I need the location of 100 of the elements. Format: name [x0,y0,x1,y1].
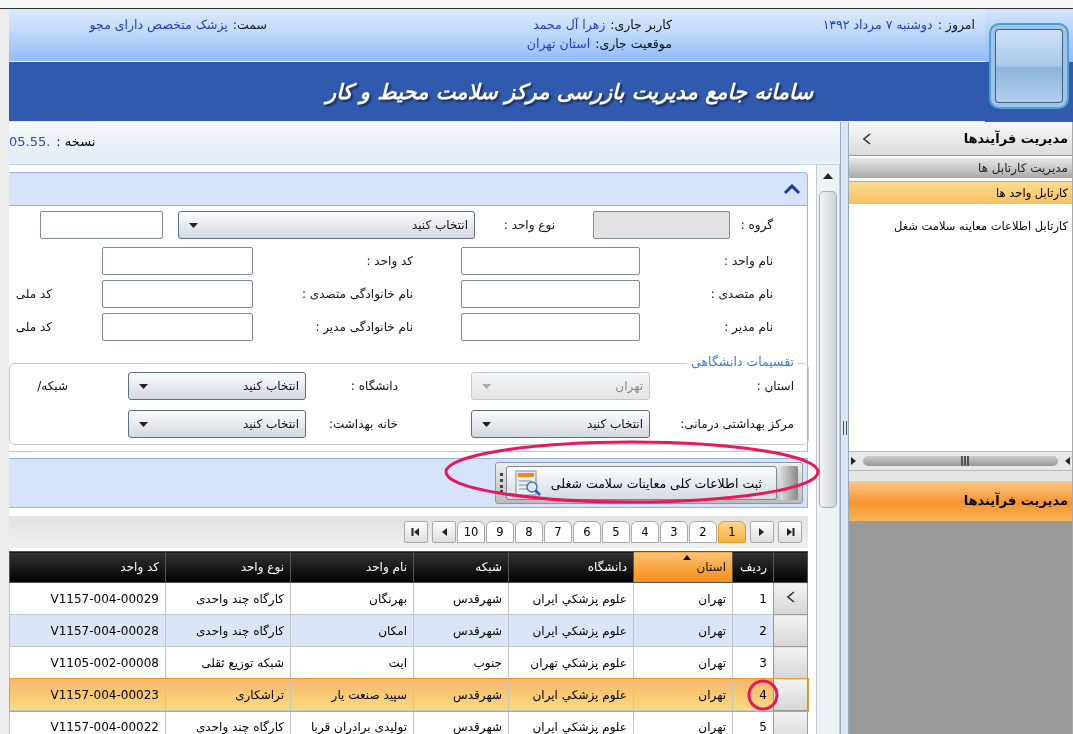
page-button[interactable]: 2 [689,521,717,543]
action-button[interactable]: ثبت اطلاعات کلی معاینات سلامت شغلی [505,466,777,500]
next-page-button[interactable] [750,521,774,543]
page-button[interactable]: 8 [515,521,543,543]
column-header[interactable]: کد واحد [9,551,166,583]
page-button[interactable]: 5 [602,521,630,543]
table-cell: کارگاه چند واحدی [165,582,291,615]
table-cell: تهران [633,582,733,615]
table-cell: 4 [732,678,774,711]
table-cell: علوم پزشکي ايران [508,678,634,711]
field-label: نوع واحد : [502,218,555,232]
caret-icon [139,383,148,389]
row-indicator[interactable] [773,582,808,615]
menu-group[interactable]: مدیریت کارتابل ها [849,158,1072,178]
table-cell: تهران [633,678,733,711]
field-label: کد ملی [14,287,52,301]
field-label: نام خانوادگی مدیر : [314,320,413,334]
info-value: پزشک متخصص دارای مجو [89,17,228,32]
row-indicator[interactable] [773,678,808,711]
scrollbar-thumb[interactable] [819,191,837,508]
caret-icon [139,421,148,427]
text-field[interactable] [102,247,253,275]
info-label: سمت: [232,17,267,32]
column-header[interactable]: استان [633,551,733,583]
previous-page-button[interactable] [432,521,456,543]
info-label: کاربر جاری: [610,17,672,32]
splitter-grip-icon [842,421,847,435]
table-cell: شهرقدس [413,678,509,711]
table-cell: تراشکاری [165,678,291,711]
field-label: خانه بهداشت: [327,417,398,431]
table-cell: شهرقدس [413,582,509,615]
caret-icon [482,421,491,427]
vertical-scrollbar[interactable] [816,165,840,734]
version-label: نسخه : [56,133,96,149]
current-row-icon [786,591,795,603]
dropdown[interactable]: انتخاب کنید [128,372,306,400]
table-cell: سپید صنعت یار [290,678,414,711]
info-label: امروز : [937,17,975,32]
info-label: موقعیت جاری: [595,36,672,51]
text-field[interactable] [102,280,253,308]
scroll-up-icon [823,173,833,179]
page-button[interactable]: 3 [660,521,688,543]
info-value: زهرا آل محمد [533,17,606,32]
text-field[interactable] [40,211,163,239]
text-field[interactable] [461,313,640,341]
table-cell: V1157-004-00029 [9,582,166,615]
text-field[interactable] [461,247,640,275]
sort-ascending-icon [683,555,691,560]
document-search-icon [512,469,543,497]
column-header[interactable]: ردیف [732,551,774,583]
field-label: کد واحد : [365,254,413,268]
first-page-icon [411,527,421,537]
table-cell: 2 [732,614,774,647]
dropdown[interactable]: انتخاب کنید [471,410,650,438]
menu-item[interactable]: کارتابل واحد ها [849,181,1072,204]
first-page-button[interactable] [404,521,428,543]
page-button[interactable]: 10 [457,521,485,543]
version-value: .05.55 [9,133,51,149]
table-cell: 1 [732,582,774,615]
horizontal-scrollbar[interactable] [849,450,1072,471]
page-button[interactable]: 9 [486,521,514,543]
info-value: استان تهران [526,36,591,51]
caret-icon [482,383,491,389]
column-header[interactable]: شبکه [413,551,509,583]
scroll-grip-icon [960,455,969,466]
panel-header[interactable]: مدیریت فرآیندها [849,122,1072,156]
field-label: نام متصدی : [709,287,773,301]
info-value: دوشنبه ۷ مرداد ۱۳۹۲ [822,17,933,32]
field-label: گروه : [739,218,773,232]
field-label: کد ملی [14,320,52,334]
last-page-icon [785,527,795,537]
column-header[interactable]: نوع واحد [165,551,291,583]
field-label: استان : [755,379,794,393]
column-header[interactable]: دانشگاه [508,551,634,583]
last-page-button[interactable] [778,521,802,543]
field-label: مرکز بهداشتی درمانی: [679,417,794,431]
table-cell: امکان [290,614,414,647]
toolbar-grip-icon [499,473,503,493]
fieldset-legend: تقسیمات دانشگاهی [687,354,798,369]
table-cell: شهرقدس [413,614,509,647]
dropdown[interactable]: انتخاب کنید [128,410,306,438]
page-button[interactable]: 7 [544,521,572,543]
text-field[interactable] [461,280,640,308]
column-header[interactable]: نام واحد [290,551,414,583]
page-button[interactable]: 4 [631,521,659,543]
dropdown[interactable]: انتخاب کنید [178,211,475,239]
page-button[interactable]: 1 [718,521,746,543]
field-label: نام خانوادگی متصدی : [300,287,413,301]
panel-header[interactable]: مدیریت فرآیندها [849,480,1072,521]
table-cell: علوم پزشکي ايران [508,614,634,647]
table-cell: علوم پزشکي ايران [508,582,634,615]
field-label: دانشگاه : [349,379,398,393]
text-field[interactable] [102,313,253,341]
table-cell: تهران [633,614,733,647]
table-cell: V1157-004-00028 [9,614,166,647]
highlight-circle [747,679,779,711]
table-cell: بهرنگان [290,582,414,615]
page-button[interactable]: 6 [573,521,601,543]
chevron-icon[interactable] [783,183,801,195]
chevron-left-icon [863,132,871,145]
